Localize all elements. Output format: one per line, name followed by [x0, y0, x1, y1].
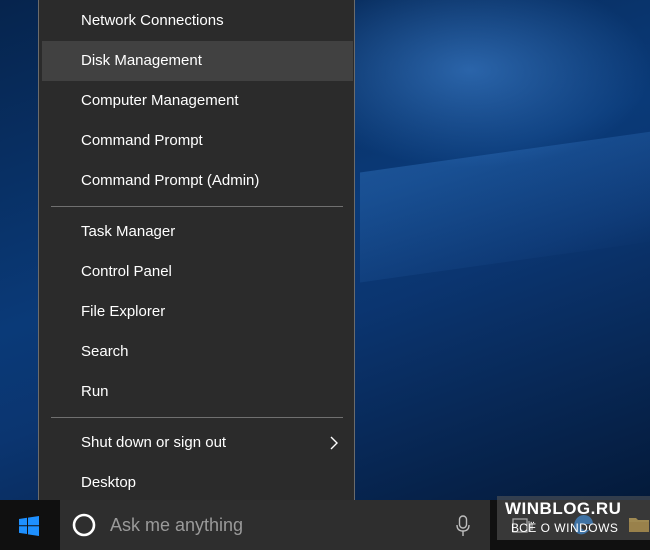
menu-item-command-prompt[interactable]: Command Prompt: [42, 121, 353, 161]
watermark-title: WINBLOG.RU: [505, 499, 622, 518]
microphone-icon[interactable]: [455, 515, 471, 537]
watermark: WINBLOG.RU ВСЁ О WINDOWS: [497, 496, 650, 540]
menu-item-disk-management[interactable]: Disk Management: [42, 41, 353, 81]
winx-context-menu: Network Connections Disk Management Comp…: [38, 0, 355, 513]
menu-item-task-manager[interactable]: Task Manager: [42, 212, 353, 252]
menu-item-search[interactable]: Search: [42, 332, 353, 372]
menu-item-network-connections[interactable]: Network Connections: [42, 1, 353, 41]
windows-logo-icon: [19, 516, 39, 536]
menu-item-control-panel[interactable]: Control Panel: [42, 252, 353, 292]
watermark-subtitle: ВСЁ О WINDOWS: [511, 521, 619, 535]
menu-item-label: Shut down or sign out: [81, 434, 227, 451]
menu-item-command-prompt-admin[interactable]: Command Prompt (Admin): [42, 161, 353, 201]
menu-separator: [51, 206, 343, 207]
wallpaper-light-streak: [360, 127, 650, 283]
menu-item-shut-down-or-sign-out[interactable]: Shut down or sign out: [42, 423, 353, 463]
start-button[interactable]: [0, 500, 58, 550]
menu-item-desktop[interactable]: Desktop: [42, 463, 353, 503]
menu-item-run[interactable]: Run: [42, 372, 353, 412]
menu-item-computer-management[interactable]: Computer Management: [42, 81, 353, 121]
taskbar-search-box[interactable]: Ask me anything: [60, 500, 490, 550]
chevron-right-icon: [330, 436, 338, 450]
cortana-icon: [72, 513, 96, 537]
menu-item-file-explorer[interactable]: File Explorer: [42, 292, 353, 332]
search-placeholder: Ask me anything: [110, 515, 244, 535]
menu-separator: [51, 417, 343, 418]
